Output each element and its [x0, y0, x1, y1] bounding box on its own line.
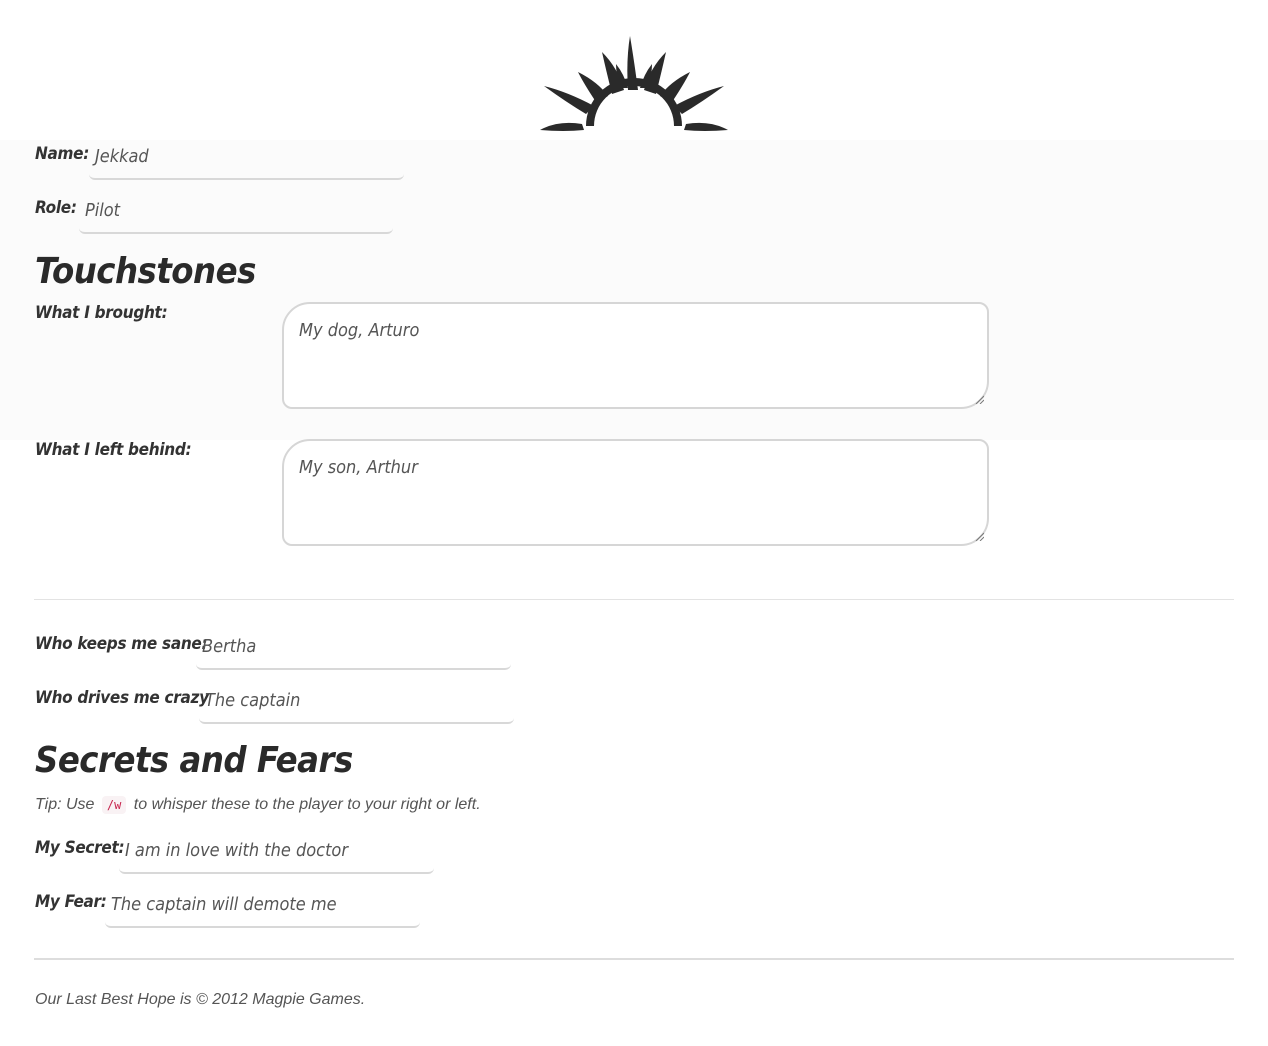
tip-prefix: Tip: Use [35, 796, 95, 813]
resize-handle-icon[interactable] [974, 531, 984, 541]
secret-label: My Secret: [35, 838, 125, 858]
role-label: Role: [35, 198, 77, 218]
name-label: Name: [35, 144, 90, 164]
fear-input[interactable]: The captain will demote me [105, 890, 420, 928]
tip-suffix: to whisper these to the player to your r… [133, 796, 481, 813]
fear-label: My Fear: [35, 892, 107, 912]
crazy-input-value: The captain [205, 690, 301, 711]
brought-label: What I brought: [35, 303, 168, 323]
crazy-input[interactable]: The captain [199, 686, 514, 724]
left-behind-textarea-value: My son, Arthur [299, 457, 418, 478]
footer-divider [34, 958, 1234, 960]
role-input-value: Pilot [85, 200, 121, 221]
brought-textarea[interactable]: My dog, Arturo [282, 302, 989, 409]
sane-label: Who keeps me sane: [35, 634, 208, 654]
footer-copyright: Our Last Best Hope is © 2012 Magpie Game… [35, 991, 366, 1008]
left-behind-label: What I left behind: [35, 440, 192, 460]
resize-handle-icon[interactable] [974, 394, 984, 404]
secret-input[interactable]: I am in love with the doctor [119, 836, 434, 874]
sane-input-value: Bertha [202, 636, 257, 657]
whisper-command-code: /w [101, 796, 127, 814]
sunburst-logo [540, 36, 728, 131]
left-behind-textarea[interactable]: My son, Arthur [282, 439, 989, 546]
role-input[interactable]: Pilot [79, 196, 393, 234]
crazy-label: Who drives me crazy [35, 688, 209, 708]
sane-input[interactable]: Bertha [196, 632, 511, 670]
name-input[interactable]: Jekkad [89, 142, 404, 180]
whisper-tip: Tip: Use /w to whisper these to the play… [35, 796, 481, 814]
fear-input-value: The captain will demote me [111, 894, 337, 915]
section-divider [34, 599, 1234, 600]
name-input-value: Jekkad [95, 146, 149, 167]
secrets-heading: Secrets and Fears [35, 740, 353, 781]
brought-textarea-value: My dog, Arturo [299, 320, 420, 341]
secret-input-value: I am in love with the doctor [125, 840, 348, 861]
touchstones-heading: Touchstones [35, 251, 256, 292]
